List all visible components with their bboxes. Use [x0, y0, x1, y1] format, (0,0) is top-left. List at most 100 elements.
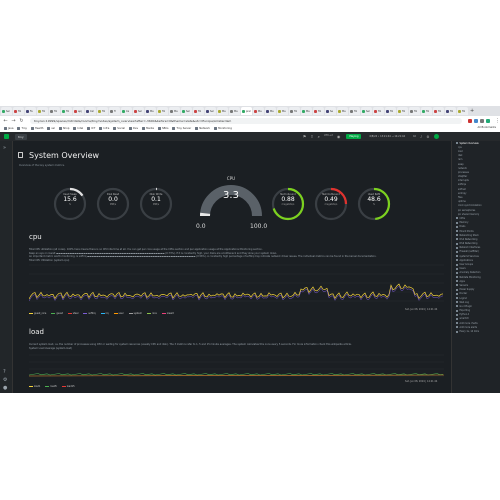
browser-tab[interactable]: prel [241, 107, 252, 115]
bookmark-folder[interactable]: Intel [73, 127, 83, 130]
browser-tab[interactable]: Se [325, 107, 336, 115]
browser-tab[interactable]: apj [73, 107, 84, 115]
bookmark-folder[interactable]: ICT [87, 127, 95, 130]
browser-tab[interactable]: Tol [385, 107, 396, 115]
browser-tab[interactable]: Tol [433, 107, 444, 115]
legend-item[interactable]: system [128, 312, 142, 315]
browser-tab[interactable]: Ma [229, 107, 240, 115]
user-icon[interactable]: ● [3, 385, 7, 391]
nav-item-label: Memory [459, 221, 469, 225]
browser-tab[interactable]: Sel [205, 107, 216, 115]
browser-tab[interactable]: Tol [373, 107, 384, 115]
browser-tab[interactable]: Tol [409, 107, 420, 115]
browser-tab[interactable]: Tol [49, 107, 60, 115]
browser-tab[interactable]: Sel [361, 107, 372, 115]
bookmark-folder[interactable]: Shop [58, 127, 69, 130]
legend-item[interactable]: load5 [45, 385, 57, 388]
bookmark-folder[interactable]: Dev [129, 127, 138, 130]
browser-tab[interactable]: Tol [37, 107, 48, 115]
settings-icon[interactable]: ⚙ [3, 377, 7, 383]
browser-tab[interactable]: Tol [97, 107, 108, 115]
legend-item[interactable]: iowait [161, 312, 174, 315]
browser-tab[interactable]: Ma [337, 107, 348, 115]
browser-tab[interactable]: Ti [109, 107, 120, 115]
new-tab-button[interactable]: + [470, 108, 474, 114]
menu-icon[interactable]: ⋮ [495, 118, 500, 124]
help-icon[interactable]: ? [3, 369, 6, 375]
date-range-picker[interactable]: 6/8/24 • 13:21:44 → 14:21:44 [369, 135, 405, 138]
browser-tab[interactable]: Tol [349, 107, 360, 115]
bookmark-folder[interactable]: SBCs [157, 127, 168, 130]
space-selector[interactable]: tiny [15, 133, 27, 140]
cpu-chart[interactable] [29, 263, 444, 303]
browser-tab[interactable]: Ma [145, 107, 156, 115]
browser-tab[interactable]: Ma [301, 107, 312, 115]
alert-icon[interactable]: ◉ [337, 134, 341, 139]
all-bookmarks[interactable]: All Bookmarks [477, 126, 496, 129]
back-icon[interactable]: ← [3, 118, 8, 124]
legend-item[interactable]: nice [146, 312, 157, 315]
reload-icon[interactable]: ↻ [19, 118, 24, 124]
browser-tab[interactable]: Ma [277, 107, 288, 115]
browser-tab[interactable]: Cal [85, 107, 96, 115]
browser-tab[interactable]: Sel [181, 107, 192, 115]
timezone-selector[interactable]: UTC+2 [324, 134, 333, 139]
browser-tab[interactable]: Tol [193, 107, 204, 115]
extension-icon[interactable] [474, 118, 478, 123]
browser-tab[interactable]: Tol [61, 107, 72, 115]
browser-tab[interactable]: Tol [13, 107, 24, 115]
legend-item[interactable]: steal [67, 312, 78, 315]
bookmark-folder[interactable]: Java [4, 127, 13, 130]
browser-tab[interactable]: Ma [265, 107, 276, 115]
browser-tab[interactable]: Tol [157, 107, 168, 115]
nav-item[interactable]: Every 1s, 14 dims [452, 329, 500, 333]
search-icon[interactable]: ⌕ [318, 134, 320, 139]
extension-icon[interactable] [468, 118, 472, 123]
forward-icon[interactable]: → [11, 118, 16, 124]
bookmark-folder[interactable]: Tiny Server [172, 127, 191, 130]
netdata-logo-icon[interactable] [4, 134, 9, 139]
browser-tab[interactable]: Sel [133, 107, 144, 115]
bookmark-folder[interactable]: Infra [99, 127, 109, 130]
bookmark-folder[interactable]: Media [142, 127, 154, 130]
load-chart[interactable] [29, 353, 444, 379]
bell-icon[interactable]: ♪ [420, 135, 422, 139]
browser-tab[interactable]: Ma [217, 107, 228, 115]
legend-item[interactable]: load15 [61, 385, 75, 388]
browser-tab[interactable]: Tol [397, 107, 408, 115]
bookmark-folder[interactable]: Social [113, 127, 125, 130]
expand-icon[interactable]: » [3, 145, 6, 151]
browser-tab[interactable]: Tol [313, 107, 324, 115]
legend-item[interactable]: load1 [29, 385, 40, 388]
settings-icon[interactable]: ⚙ [426, 135, 429, 139]
extension-icon[interactable] [480, 118, 484, 123]
legend-item[interactable]: softirq [83, 312, 96, 315]
favicon-icon [206, 109, 209, 113]
bookmark-folder[interactable]: Network [195, 127, 210, 130]
bookmark-label: Media [146, 127, 154, 130]
avatar[interactable] [433, 134, 439, 139]
browser-tab[interactable]: Ma [169, 107, 180, 115]
profile-icon[interactable] [486, 118, 490, 123]
bookmark-folder[interactable]: ssl [47, 127, 55, 130]
browser-tab[interactable]: Sel [1, 107, 12, 115]
playing-button[interactable]: Playing [346, 134, 362, 139]
browser-tab[interactable]: Tol [457, 107, 468, 115]
bookmark-folder[interactable]: Monitoring [214, 127, 232, 130]
browser-tab[interactable]: Tol [289, 107, 300, 115]
bookmark-folder[interactable]: Health [30, 127, 43, 130]
legend-item[interactable]: user [113, 312, 124, 315]
share-icon[interactable]: ⇪ [310, 134, 313, 139]
legend-item[interactable]: guest [51, 312, 63, 315]
bookmark-folder[interactable]: Tiny [17, 127, 27, 130]
browser-tab[interactable]: Ca [121, 107, 132, 115]
browser-tab[interactable]: Tol [445, 107, 456, 115]
browser-tab[interactable]: Ma [253, 107, 264, 115]
bookmark-icon[interactable]: ⚑ [303, 134, 307, 139]
legend-item[interactable]: guest_nice [29, 312, 46, 315]
legend-item[interactable]: irq [100, 312, 109, 315]
browser-tab[interactable]: Fa [25, 107, 36, 115]
browser-tab[interactable]: Tol [421, 107, 432, 115]
duration-label[interactable]: 1h [413, 135, 416, 138]
url-field[interactable]: tiny.lan:19999/spaces/mitrdata/rooms/tin… [30, 117, 462, 124]
